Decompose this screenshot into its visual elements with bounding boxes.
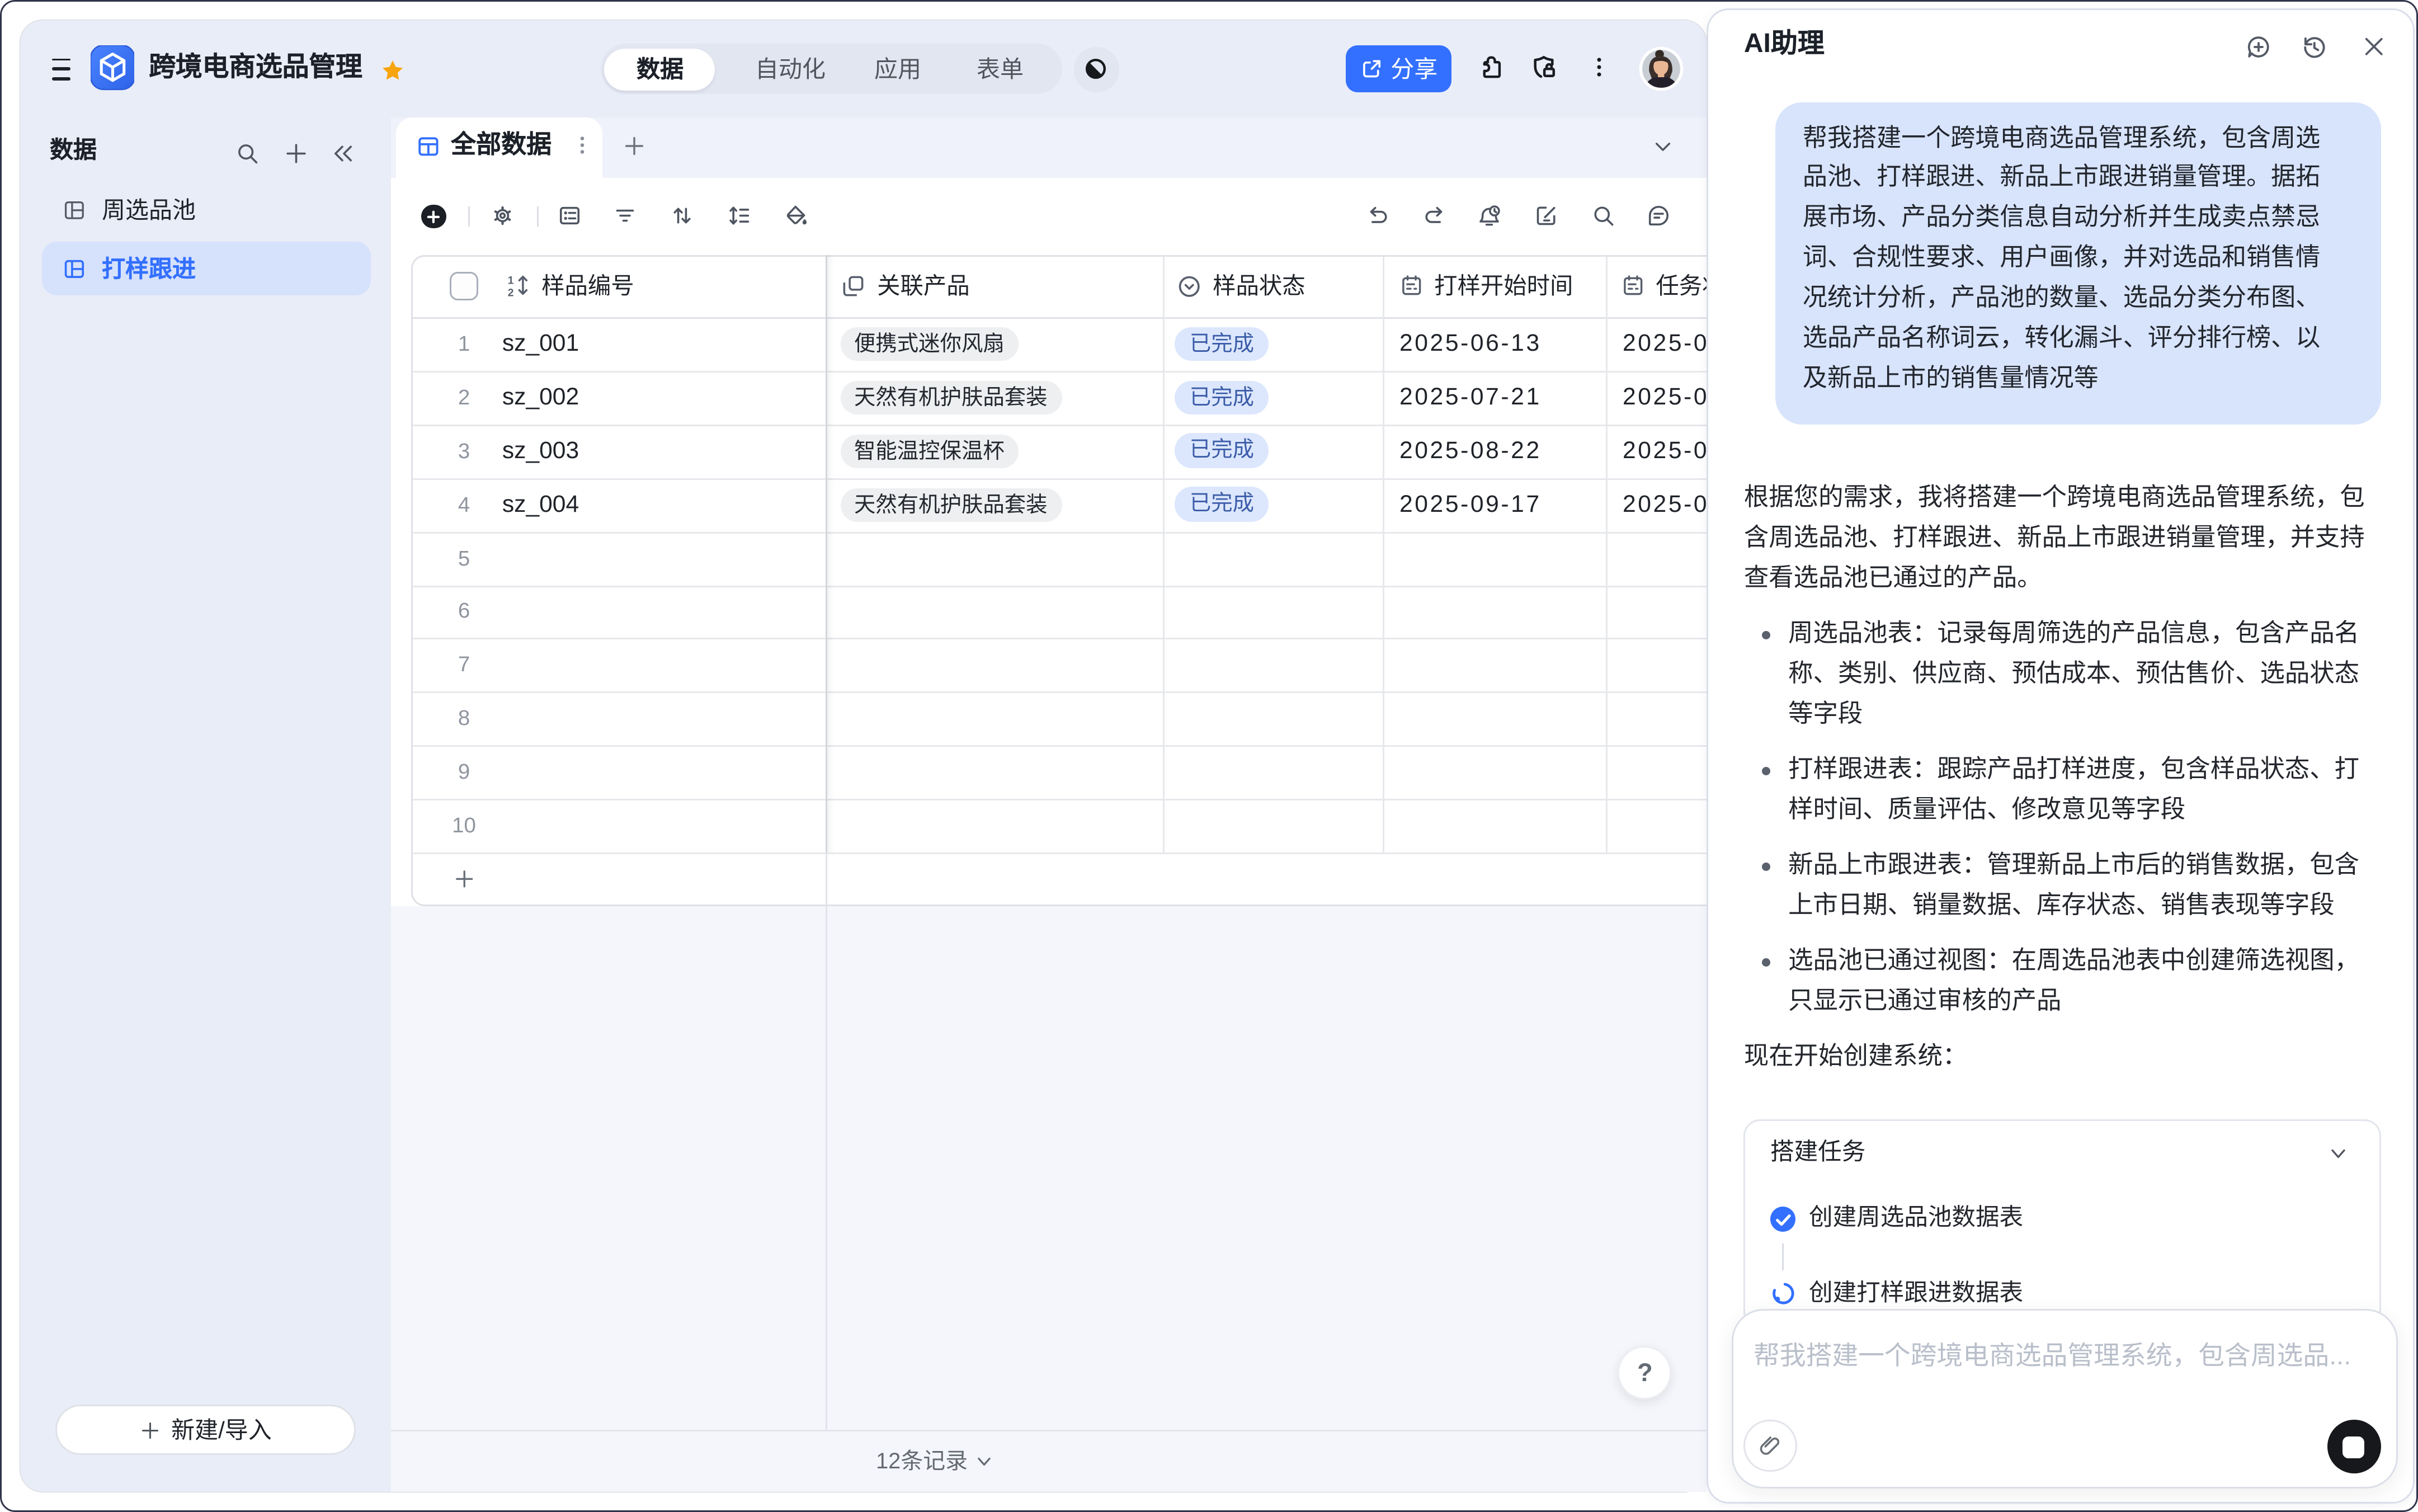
svg-text:2: 2 bbox=[508, 288, 515, 298]
svg-text:1: 1 bbox=[508, 276, 515, 288]
